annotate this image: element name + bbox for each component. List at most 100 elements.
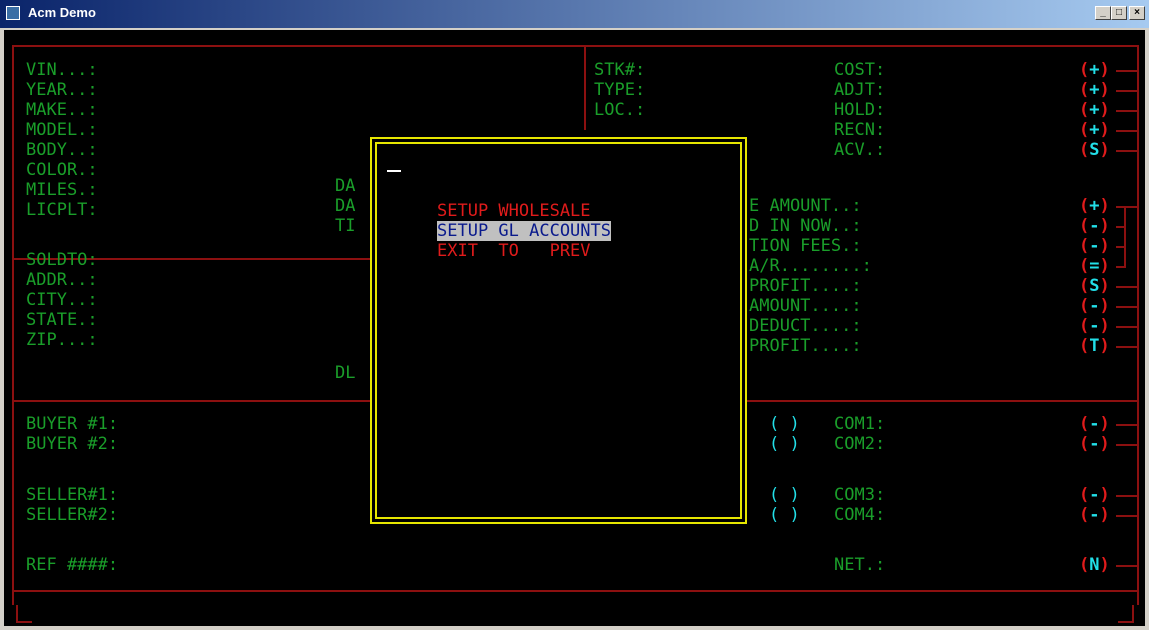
net-sign: (N) [1079,555,1110,575]
connector [1116,326,1138,328]
connector [1116,150,1138,152]
connector [1116,206,1138,208]
tion-fees-sign: (-) [1079,236,1110,256]
com4-sign: (-) [1079,505,1110,525]
frame-line-2-right [744,400,1138,402]
da-label-1: DA [335,176,356,196]
state-label: STATE.: [26,310,98,330]
ti-label: TI [335,216,356,236]
frame-corner-left-h [16,621,32,623]
soldto-label: SOLDTO: [26,250,98,270]
menu-item-setup-gl-accounts[interactable]: SETUP GL ACCOUNTS [437,221,611,241]
setup-menu-inner-border: SETUP WHOLESALE SETUP GL ACCOUNTS EXIT T… [375,142,742,519]
adjt-sign: (+) [1079,80,1110,100]
com1-sign: (-) [1079,414,1110,434]
zip-label: ZIP...: [26,330,98,350]
hold-label: HOLD: [834,100,886,120]
window-title: Acm Demo [28,5,96,20]
connector [1116,346,1138,348]
buyer1-label: BUYER #1: [26,414,119,434]
frame-bottom-line [12,590,1138,592]
maximize-button[interactable]: □ [1111,6,1127,20]
cost-label: COST: [834,60,886,80]
com3-sign: (-) [1079,485,1110,505]
amount-sign: (-) [1079,296,1110,316]
e-amount-sign: (+) [1079,196,1110,216]
com1-paren[interactable]: ( ) [769,414,800,434]
com2-sign: (-) [1079,434,1110,454]
d-in-now-label: D IN NOW..: [749,216,862,236]
profit2-sign: (T) [1079,336,1110,356]
buyer2-label: BUYER #2: [26,434,119,454]
connector [1116,226,1126,228]
connector [1116,306,1138,308]
menu-item-exit-to-prev[interactable]: EXIT TO PREV [437,241,591,261]
connector [1116,286,1138,288]
com3-paren[interactable]: ( ) [769,485,800,505]
recn-label: RECN: [834,120,886,140]
dl-label: DL [335,363,356,383]
e-amount-label: E AMOUNT..: [749,196,862,216]
year-label: YEAR..: [26,80,98,100]
tion-fees-label: TION FEES.: [749,236,862,256]
connector [1116,424,1138,426]
miles-label: MILES.: [26,180,98,200]
deduct-sign: (-) [1079,316,1110,336]
connector [1116,110,1138,112]
com3-label: COM3: [834,485,886,505]
ar-label: A/R........: [749,256,872,276]
deduct-label: DEDUCT....: [749,316,862,336]
hold-sign: (+) [1079,100,1110,120]
com2-label: COM2: [834,434,886,454]
adjt-label: ADJT: [834,80,886,100]
minimize-button[interactable]: _ [1095,6,1111,20]
connector [1116,565,1138,567]
terminal-screen: VIN...: YEAR..: MAKE..: MODEL.: BODY..: … [4,30,1145,626]
d-in-now-sign: (-) [1079,216,1110,236]
connector [1116,515,1138,517]
com1-label: COM1: [834,414,886,434]
frame-corner-right-h [1118,621,1134,623]
title-bar: Acm Demo _ □ × [0,0,1149,28]
body-label: BODY..: [26,140,98,160]
make-label: MAKE..: [26,100,98,120]
profit1-sign: (S) [1079,276,1110,296]
model-label: MODEL.: [26,120,98,140]
frame-divider-top [584,45,586,130]
profit1-label: PROFIT....: [749,276,862,296]
recn-sign: (+) [1079,120,1110,140]
connector [1116,70,1138,72]
amount-label: AMOUNT....: [749,296,862,316]
connector [1116,495,1138,497]
city-label: CITY..: [26,290,98,310]
acv-label: ACV.: [834,140,886,160]
frame-line-2-left [12,400,372,402]
addr-label: ADDR..: [26,270,98,290]
connector [1116,246,1126,248]
connector [1116,130,1138,132]
type-label: TYPE: [594,80,646,100]
loc-label: LOC.: [594,100,646,120]
ref-label: REF ####: [26,555,119,575]
bracket-line [1124,206,1126,268]
da-label-2: DA [335,196,356,216]
seller1-label: SELLER#1: [26,485,119,505]
frame-left-line [12,45,14,605]
com4-paren[interactable]: ( ) [769,505,800,525]
menu-item-setup-wholesale[interactable]: SETUP WHOLESALE [437,201,591,221]
stk-label: STK#: [594,60,646,80]
com2-paren[interactable]: ( ) [769,434,800,454]
connector [1116,266,1126,268]
color-label: COLOR.: [26,160,98,180]
acv-sign: (S) [1079,140,1110,160]
connector [1116,90,1138,92]
cost-sign: (+) [1079,60,1110,80]
frame-top-line [12,45,1138,47]
ar-sign: (=) [1079,256,1110,276]
frame-right-line [1137,45,1139,605]
net-label: NET.: [834,555,886,575]
vin-label: VIN...: [26,60,98,80]
setup-menu-dialog: SETUP WHOLESALE SETUP GL ACCOUNTS EXIT T… [370,137,747,524]
close-button[interactable]: × [1129,6,1145,20]
licplt-label: LICPLT: [26,200,98,220]
